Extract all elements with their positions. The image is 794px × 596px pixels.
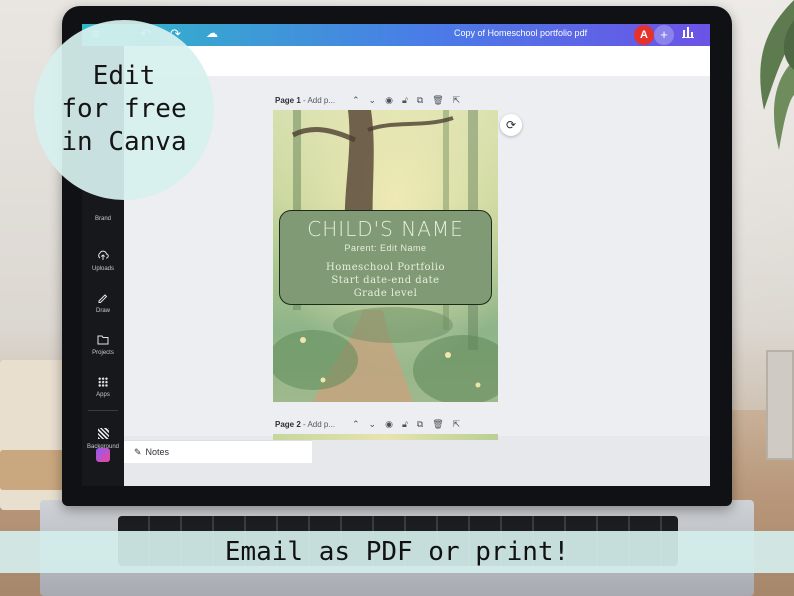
- cloud-upload-icon: [82, 250, 124, 264]
- promo-banner-text: Email as PDF or print!: [224, 537, 570, 567]
- page-label: Page 1: [275, 96, 301, 105]
- page-title-input[interactable]: Add p...: [307, 96, 335, 105]
- bar-chart-icon[interactable]: [682, 27, 694, 41]
- lock-icon[interactable]: 🔓︎: [402, 95, 417, 105]
- date-range-text[interactable]: Start date-end date: [280, 274, 491, 287]
- trash-icon[interactable]: 🗑︎: [432, 95, 452, 105]
- sidebar-item-background[interactable]: Background: [82, 428, 124, 450]
- page-label: Page 2: [275, 420, 301, 429]
- pen-icon: [82, 292, 124, 306]
- page-2-actions: ⌃⌄◉🔓︎⧉🗑︎⇱: [352, 419, 469, 430]
- notes-icon: ✎: [134, 447, 142, 457]
- sidebar-item-brand[interactable]: Brand: [82, 214, 124, 222]
- sidebar-item-draw[interactable]: Draw: [82, 292, 124, 314]
- promo-badge-text: Edit for free in Canva: [61, 61, 187, 157]
- book-spine: [0, 450, 64, 490]
- sidebar-item-uploads[interactable]: Uploads: [82, 250, 124, 272]
- folder-icon: [82, 334, 124, 348]
- lock-icon[interactable]: 🔓︎: [402, 419, 417, 429]
- avatar[interactable]: A: [634, 25, 654, 45]
- page-1-header: Page 1 - Add p...: [275, 96, 336, 105]
- document-title[interactable]: Copy of Homeschool portfolio pdf: [454, 28, 587, 38]
- notes-label: Notes: [145, 447, 170, 457]
- chevron-up-icon[interactable]: ⌃: [352, 95, 369, 105]
- add-page-icon[interactable]: ⇱: [453, 419, 470, 429]
- grade-level-text[interactable]: Grade level: [280, 287, 491, 300]
- duplicate-icon[interactable]: ⧉: [417, 95, 432, 105]
- plant-decoration: [724, 0, 794, 170]
- apps-grid-icon: [82, 376, 124, 390]
- chevron-down-icon[interactable]: ⌄: [369, 95, 386, 105]
- hide-icon[interactable]: ◉: [385, 95, 402, 105]
- promo-banner: Email as PDF or print!: [0, 531, 794, 573]
- design-page-1[interactable]: CHILD'S NAME Parent: Edit Name Homeschoo…: [273, 110, 498, 402]
- portfolio-title-text[interactable]: Homeschool Portfolio: [280, 261, 491, 274]
- duplicate-icon[interactable]: ⧉: [417, 419, 432, 429]
- refresh-icon[interactable]: ⟳: [500, 114, 522, 136]
- sidebar-item-label: Brand: [94, 216, 111, 222]
- title-card[interactable]: CHILD'S NAME Parent: Edit Name Homeschoo…: [279, 210, 492, 305]
- page-title-input[interactable]: Add p...: [307, 420, 335, 429]
- sidebar-item-label: Draw: [95, 308, 110, 314]
- sidebar-item-label: Projects: [92, 350, 114, 356]
- desk-object: [766, 350, 794, 460]
- notes-button[interactable]: ✎ Notes: [124, 440, 312, 463]
- magic-apps-icon[interactable]: [96, 448, 110, 462]
- sidebar-item-label: Apps: [96, 392, 110, 398]
- promo-badge: Edit for free in Canva: [34, 20, 214, 200]
- page-1-actions: ⌃⌄◉🔓︎⧉🗑︎⇱: [352, 95, 469, 106]
- trash-icon[interactable]: 🗑︎: [432, 419, 452, 429]
- chevron-down-icon[interactable]: ⌄: [369, 419, 386, 429]
- invite-button[interactable]: +: [654, 25, 674, 45]
- sidebar-item-label: Uploads: [91, 266, 114, 272]
- background-icon: [82, 428, 124, 442]
- child-name-text[interactable]: CHILD'S NAME: [280, 217, 491, 241]
- books-decoration: [0, 360, 70, 510]
- sidebar-divider: [88, 410, 118, 411]
- chevron-up-icon[interactable]: ⌃: [352, 419, 369, 429]
- add-page-icon[interactable]: ⇱: [453, 95, 470, 105]
- sidebar-item-projects[interactable]: Projects: [82, 334, 124, 356]
- info-block: Homeschool Portfolio Start date-end date…: [280, 261, 491, 300]
- parent-name-text[interactable]: Parent: Edit Name: [280, 243, 491, 253]
- page-2-header: Page 2 - Add p...: [275, 420, 336, 429]
- sidebar-item-apps[interactable]: Apps: [82, 376, 124, 398]
- hide-icon[interactable]: ◉: [385, 419, 402, 429]
